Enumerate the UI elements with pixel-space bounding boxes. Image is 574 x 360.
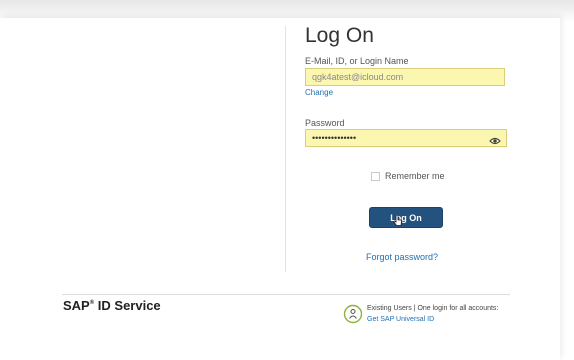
footer-divider (62, 294, 510, 295)
remember-me-label: Remember me (385, 171, 445, 181)
remember-me-row[interactable]: Remember me (371, 171, 445, 181)
brand-registered-mark: ® (89, 299, 95, 306)
log-on-button[interactable]: Log On (369, 207, 443, 228)
get-universal-id-link[interactable]: Get SAP Universal ID (367, 316, 434, 323)
email-field[interactable] (305, 68, 505, 86)
sap-id-service-logo: SAP® ID Service (63, 298, 161, 313)
forgot-password-link[interactable]: Forgot password? (366, 252, 438, 262)
password-label: Password (305, 118, 345, 128)
email-label: E-Mail, ID, or Login Name (305, 56, 409, 66)
existing-users-text: Existing Users | One login for all accou… (367, 305, 499, 312)
vertical-divider (285, 26, 286, 272)
sap-id-icon (343, 304, 363, 324)
eye-icon[interactable] (489, 133, 501, 145)
brand-sap: SAP (63, 298, 90, 313)
brand-service: ID Service (97, 298, 161, 313)
hand-cursor-icon (393, 214, 403, 226)
page-title: Log On (305, 24, 374, 47)
password-field[interactable] (305, 129, 507, 147)
page-background: Log On E-Mail, ID, or Login Name Change … (0, 0, 574, 360)
remember-me-checkbox[interactable] (371, 171, 380, 181)
change-link[interactable]: Change (305, 88, 333, 97)
